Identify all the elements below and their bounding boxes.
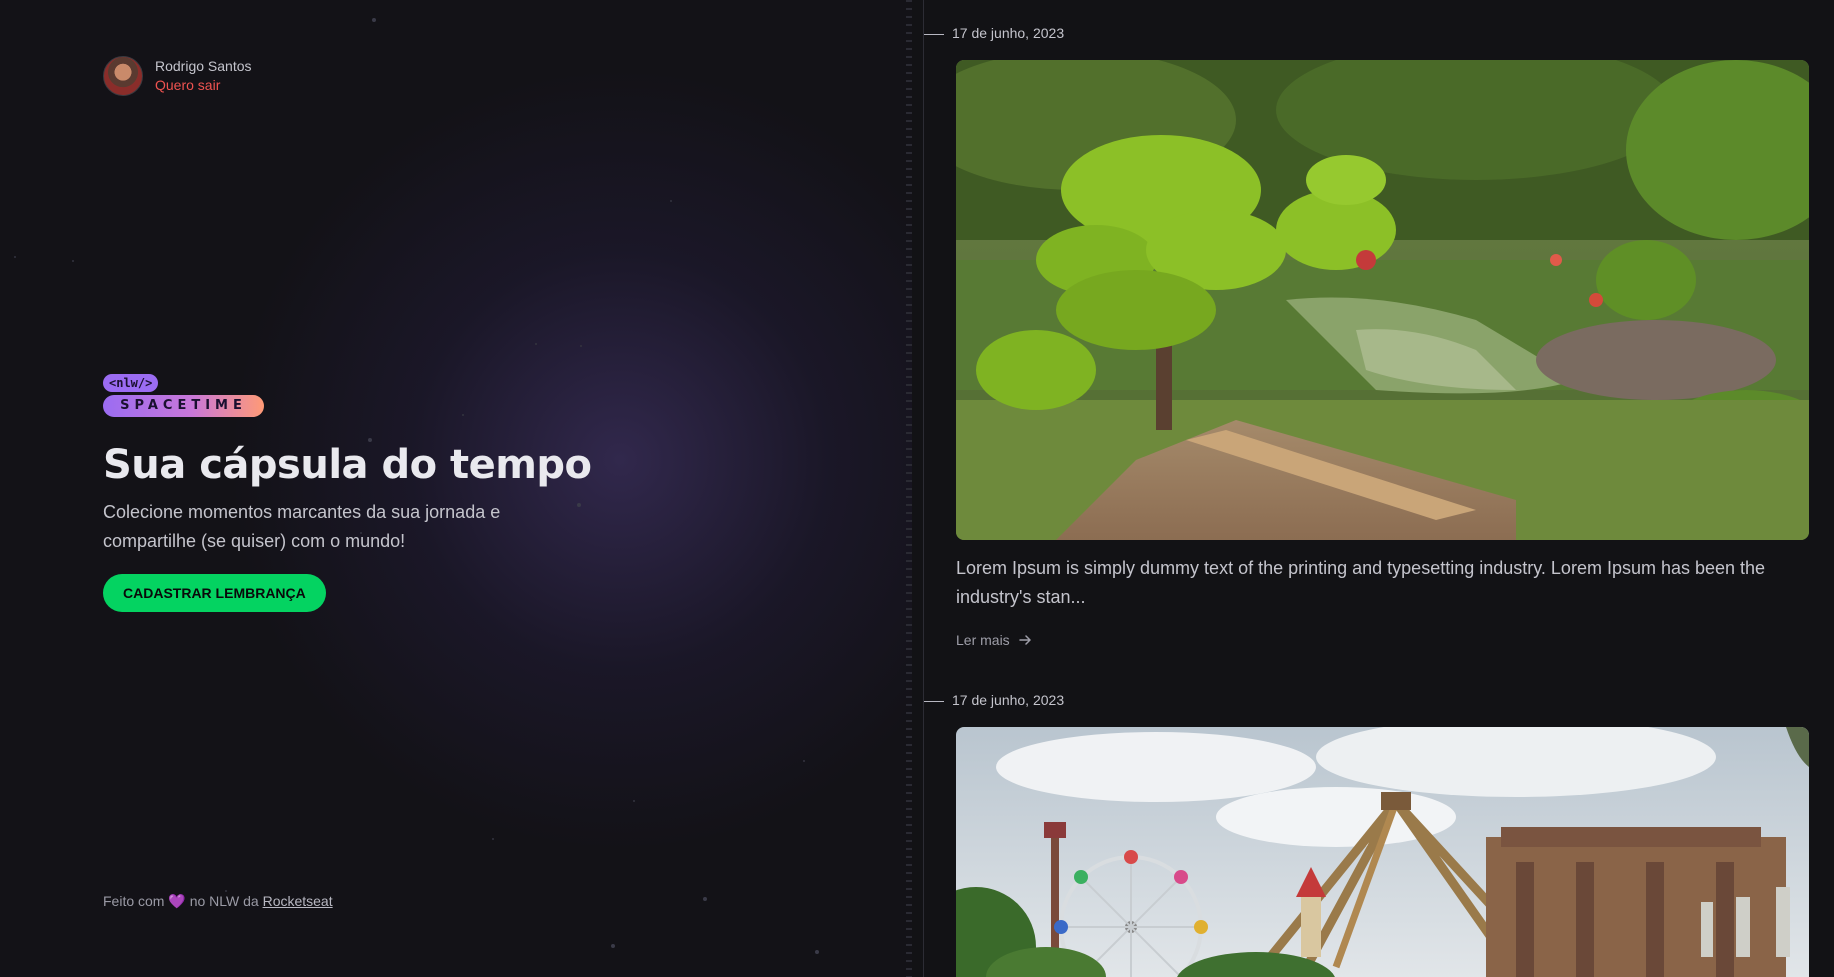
memory-card: 17 de junho, 2023: [924, 691, 1834, 977]
stripes-decoration: [906, 0, 912, 977]
user-name: Rodrigo Santos: [155, 58, 252, 74]
rocketseat-link[interactable]: Rocketseat: [263, 893, 333, 909]
star-decoration: [633, 800, 635, 802]
timeline-tick: [924, 34, 944, 35]
star-decoration: [14, 256, 16, 258]
star-decoration: [372, 18, 376, 22]
user-profile[interactable]: Rodrigo Santos Quero sair: [103, 56, 252, 96]
star-decoration: [492, 838, 494, 840]
hero-subtitle: Colecione momentos marcantes da sua jorn…: [103, 502, 501, 551]
footer-prefix: Feito com: [103, 893, 165, 909]
left-panel: Rodrigo Santos Quero sair <nlw/> SPACETI…: [0, 0, 912, 977]
star-decoration: [72, 260, 74, 262]
star-decoration: [703, 897, 707, 901]
star-decoration: [815, 950, 819, 954]
nlw-logo-tag: <nlw/>: [103, 374, 159, 392]
amusement-park-photo: [956, 727, 1809, 977]
memories-timeline[interactable]: 17 de junho, 2023 Lorem Ipsum is simply …: [924, 0, 1834, 977]
heart-icon: 💜: [168, 893, 186, 909]
memory-image[interactable]: [956, 727, 1809, 977]
memory-image[interactable]: [956, 60, 1809, 540]
star-decoration: [611, 944, 615, 948]
logout-link[interactable]: Quero sair: [155, 76, 252, 95]
star-decoration: [670, 200, 672, 202]
star-decoration: [580, 345, 582, 347]
spacetime-logo: <nlw/> SPACETIME: [103, 374, 264, 417]
read-more-label: Ler mais: [956, 632, 1010, 648]
star-decoration: [225, 890, 227, 892]
timeline-tick: [924, 701, 944, 702]
arrow-right-icon: [1018, 635, 1031, 645]
memory-date: 17 de junho, 2023: [952, 25, 1065, 41]
page-title: Sua cápsula do tempo: [103, 442, 592, 488]
star-decoration: [577, 503, 581, 507]
star-decoration: [535, 343, 537, 345]
star-decoration: [462, 414, 464, 416]
footer-middle: no NLW da: [189, 893, 259, 909]
read-more-link[interactable]: Ler mais: [956, 632, 1032, 648]
footer: Feito com 💜 no NLW da Rocketseat: [103, 893, 333, 910]
memory-date-row: 17 de junho, 2023: [924, 24, 1834, 44]
user-info: Rodrigo Santos Quero sair: [155, 57, 252, 95]
garden-photo: [956, 60, 1809, 540]
spacetime-logo-text: SPACETIME: [103, 395, 264, 417]
memory-card: 17 de junho, 2023: [924, 24, 1834, 664]
star-decoration: [803, 760, 805, 762]
memory-excerpt: Lorem Ipsum is simply dummy text of the …: [956, 558, 1766, 607]
memory-date: 17 de junho, 2023: [952, 692, 1065, 708]
avatar: [103, 56, 143, 96]
memory-date-row: 17 de junho, 2023: [924, 691, 1834, 711]
register-memory-button[interactable]: CADASTRAR LEMBRANÇA: [103, 574, 326, 612]
